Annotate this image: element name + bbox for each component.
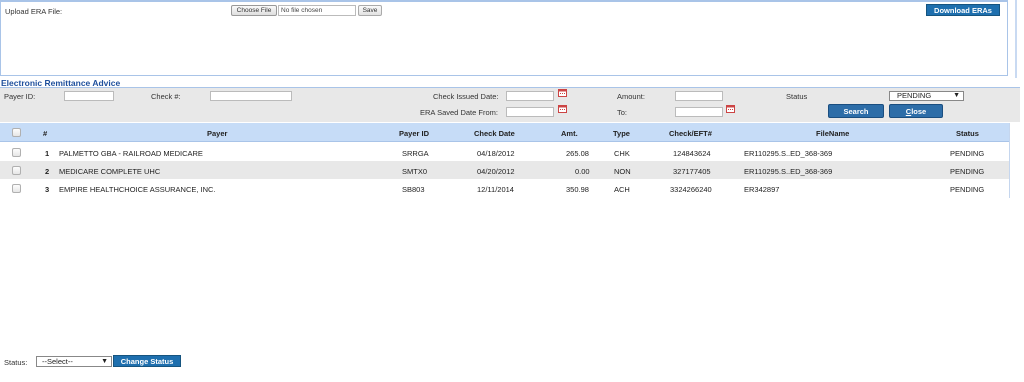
status-filter-select[interactable]: PENDING ▼ <box>889 91 964 101</box>
bottom-status-label: Status: <box>4 358 28 367</box>
row-number: 2 <box>45 167 50 176</box>
calendar-icon[interactable] <box>558 105 567 113</box>
check-number-label: Check #: <box>151 92 181 101</box>
upload-panel: Upload ERA File: Choose File No file cho… <box>0 0 1008 76</box>
amount-input[interactable] <box>675 91 723 101</box>
save-button[interactable]: Save <box>358 5 382 16</box>
row-number: 1 <box>45 149 50 158</box>
payer-id-label: Payer ID: <box>4 92 36 101</box>
calendar-icon[interactable] <box>558 89 567 97</box>
close-button[interactable]: Close <box>889 104 943 118</box>
chevron-down-icon: ▼ <box>953 92 960 99</box>
table-row[interactable]: 1 PALMETTO GBA - RAILROAD MEDICARE SRRGA… <box>0 143 1009 161</box>
close-label-rest: lose <box>911 106 927 116</box>
to-date-label: To: <box>617 108 628 117</box>
type-cell: ACH <box>614 185 630 194</box>
filename-cell[interactable]: ER110295.S..ED_368-369 <box>744 167 832 176</box>
check-eft-cell: 3324266240 <box>670 185 712 194</box>
column-header-type[interactable]: Type <box>613 129 630 138</box>
check-number-input[interactable] <box>210 91 292 101</box>
column-header-check-eft[interactable]: Check/EFT# <box>669 129 712 138</box>
file-name-display: No file chosen <box>278 5 356 16</box>
check-date-cell: 04/18/2012 <box>477 149 515 158</box>
column-header-status[interactable]: Status <box>956 129 979 138</box>
amount-label: Amount: <box>617 92 645 101</box>
row-checkbox[interactable] <box>12 148 21 157</box>
row-checkbox[interactable] <box>12 184 21 193</box>
choose-file-button[interactable]: Choose File <box>231 5 277 16</box>
filename-cell[interactable]: ER342897 <box>744 185 779 194</box>
amount-cell: 0.00 <box>575 167 590 176</box>
table-header: # Payer Payer ID Check Date Amt. Type Ch… <box>0 123 1009 142</box>
table-row[interactable]: 3 EMPIRE HEALTHCHOICE ASSURANCE, INC. SB… <box>0 179 1009 197</box>
era-saved-date-label: ERA Saved Date From: <box>420 108 498 117</box>
panel-divider <box>1015 0 1017 78</box>
payer-cell: EMPIRE HEALTHCHOICE ASSURANCE, INC. <box>59 185 216 194</box>
amount-cell: 350.98 <box>566 185 589 194</box>
payer-cell: PALMETTO GBA - RAILROAD MEDICARE <box>59 149 203 158</box>
column-header-number: # <box>43 129 48 138</box>
column-header-payer[interactable]: Payer <box>207 129 227 138</box>
filename-cell[interactable]: ER110295.S..ED_368-369 <box>744 149 832 158</box>
status-cell: PENDING <box>950 185 985 194</box>
row-checkbox[interactable] <box>12 166 21 175</box>
era-saved-date-to-input[interactable] <box>675 107 723 117</box>
type-cell: CHK <box>614 149 630 158</box>
column-header-filename[interactable]: FileName <box>816 129 849 138</box>
era-saved-date-from-input[interactable] <box>506 107 554 117</box>
calendar-icon[interactable] <box>726 105 735 113</box>
section-title: Electronic Remittance Advice <box>0 78 1020 88</box>
status-filter-value: PENDING <box>897 91 932 100</box>
era-table: # Payer Payer ID Check Date Amt. Type Ch… <box>0 123 1010 198</box>
check-issued-date-input[interactable] <box>506 91 554 101</box>
column-header-amount[interactable]: Amt. <box>561 129 578 138</box>
payer-id-cell: SRRGA <box>402 149 429 158</box>
change-status-button[interactable]: Change Status <box>113 355 181 367</box>
payer-cell: MEDICARE COMPLETE UHC <box>59 167 161 176</box>
status-cell: PENDING <box>950 149 985 158</box>
check-eft-cell: 124843624 <box>673 149 711 158</box>
payer-id-input[interactable] <box>64 91 114 101</box>
amount-cell: 265.08 <box>566 149 589 158</box>
table-row[interactable]: 2 MEDICARE COMPLETE UHC SMTX0 04/20/2012… <box>0 161 1009 179</box>
select-all-checkbox[interactable] <box>12 128 21 137</box>
upload-era-label: Upload ERA File: <box>5 7 63 16</box>
payer-id-cell: SMTX0 <box>402 167 428 176</box>
payer-id-cell: SB803 <box>402 185 425 194</box>
download-eras-button[interactable]: Download ERAs <box>926 4 1000 16</box>
check-issued-date-label: Check Issued Date: <box>433 92 499 101</box>
chevron-down-icon: ▼ <box>101 358 108 365</box>
check-date-cell: 12/11/2014 <box>477 185 514 194</box>
column-header-check-date[interactable]: Check Date <box>474 129 515 138</box>
row-number: 3 <box>45 185 50 194</box>
check-date-cell: 04/20/2012 <box>477 167 515 176</box>
search-button[interactable]: Search <box>828 104 884 118</box>
type-cell: NON <box>614 167 631 176</box>
check-eft-cell: 327177405 <box>673 167 711 176</box>
status-cell: PENDING <box>950 167 985 176</box>
status-filter-label: Status <box>786 92 808 101</box>
bulk-status-select[interactable]: --Select-- ▼ <box>36 356 112 367</box>
column-header-payer-id[interactable]: Payer ID <box>399 129 429 138</box>
bulk-status-value: --Select-- <box>42 357 73 366</box>
